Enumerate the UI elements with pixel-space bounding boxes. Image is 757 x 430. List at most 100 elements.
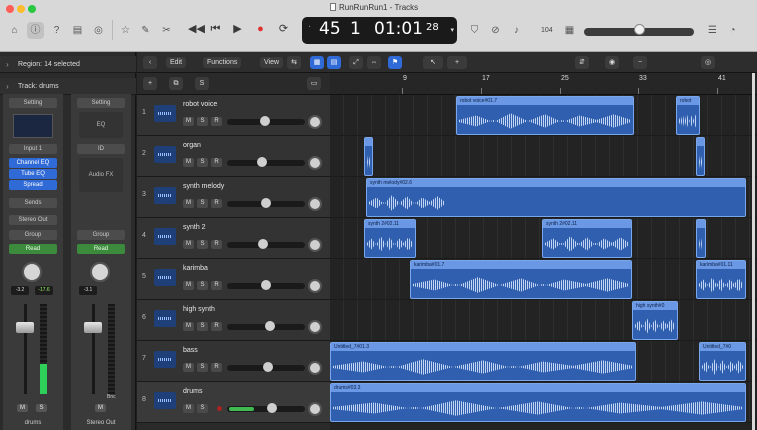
audio-region[interactable]: drums#03.3: [330, 383, 746, 422]
track-pan-knob[interactable]: [308, 238, 322, 252]
track-header[interactable]: 7 bass M S R: [137, 341, 330, 382]
play-icon[interactable]: ▶: [230, 22, 245, 37]
automation-mode[interactable]: Read: [77, 244, 125, 254]
grid-view-icon[interactable]: ▦: [310, 56, 324, 69]
help-icon[interactable]: ?: [48, 22, 65, 39]
region-inspector-header[interactable]: › Region: 14 selected: [0, 56, 136, 73]
track-pan-knob[interactable]: [308, 197, 322, 211]
notes-icon[interactable]: ☰: [704, 22, 721, 39]
mute-button[interactable]: M: [183, 404, 194, 413]
record-arm-button[interactable]: R: [211, 322, 222, 331]
audio-region[interactable]: synth melody#02.6: [366, 178, 746, 217]
group-slot[interactable]: Group: [77, 230, 125, 240]
audio-region[interactable]: [696, 219, 706, 258]
functions-menu[interactable]: Functions: [203, 57, 242, 68]
record-arm-button[interactable]: R: [211, 281, 222, 290]
mute-button[interactable]: M: [183, 322, 194, 331]
track-pan-knob[interactable]: [308, 320, 322, 334]
lcd-display[interactable]: · 45 1 01:01 28 ▾: [302, 17, 457, 44]
playhead[interactable]: [752, 73, 755, 430]
track-pan-knob[interactable]: [308, 156, 322, 170]
cycle-icon[interactable]: ⟳: [276, 22, 291, 37]
strip-name[interactable]: drums: [3, 420, 63, 426]
snap-align-icon[interactable]: ⇵: [575, 56, 589, 69]
arrange-area[interactable]: robot voice#01.7 robot synth melody#02.6…: [330, 95, 757, 430]
track-name[interactable]: karimba: [183, 265, 208, 272]
track-volume-knob[interactable]: [265, 321, 275, 331]
mixer-icon[interactable]: ☆: [117, 22, 134, 39]
scissors-icon[interactable]: ✂: [158, 22, 175, 39]
audio-region[interactable]: synth 2#02.11: [542, 219, 632, 258]
track-volume-knob[interactable]: [257, 157, 267, 167]
track-header[interactable]: 2 organ M S R: [137, 136, 330, 177]
track-name[interactable]: bass: [183, 347, 198, 354]
record-arm-button[interactable]: R: [211, 117, 222, 126]
record-arm-button[interactable]: R: [211, 363, 222, 372]
track-name[interactable]: drums: [183, 388, 202, 395]
audio-region[interactable]: Untitled_7#01.3: [330, 342, 636, 381]
solo-button[interactable]: S: [197, 281, 208, 290]
eq-thumbnail[interactable]: [13, 114, 53, 138]
pointer-tool-icon[interactable]: ↖: [423, 56, 443, 69]
catch-icon[interactable]: ⇆: [287, 56, 301, 69]
mute-button[interactable]: M: [183, 117, 194, 126]
track-volume-knob[interactable]: [260, 116, 270, 126]
solo-button[interactable]: S: [197, 363, 208, 372]
add-track-icon[interactable]: +: [143, 77, 157, 90]
solo-button[interactable]: S: [197, 199, 208, 208]
solo-button[interactable]: S: [197, 117, 208, 126]
zoom-window-button[interactable]: [28, 5, 36, 13]
library-icon[interactable]: ⌂: [6, 22, 23, 39]
mute-button[interactable]: M: [183, 363, 194, 372]
audio-fx-slot[interactable]: Audio FX: [79, 158, 123, 192]
toolbar-icon[interactable]: ▤: [69, 22, 86, 39]
track-volume-knob[interactable]: [263, 362, 273, 372]
mute-button[interactable]: M: [95, 404, 106, 412]
chevron-left-icon[interactable]: ‹: [143, 56, 157, 69]
back-to-start-icon[interactable]: ⏮: [208, 22, 223, 37]
volume-fader-track[interactable]: [92, 304, 95, 394]
snap-icon[interactable]: ⚑: [388, 56, 402, 69]
track-volume-knob[interactable]: [267, 403, 277, 413]
volume-value[interactable]: -3.2: [11, 286, 29, 295]
s-icon[interactable]: S: [195, 77, 209, 90]
zoom-slider-icon[interactable]: ◎: [701, 56, 715, 69]
setting-button[interactable]: Setting: [77, 98, 125, 108]
automation-mode[interactable]: Read: [9, 244, 57, 254]
automation-icon[interactable]: ◉: [605, 56, 619, 69]
track-name[interactable]: organ: [183, 142, 201, 149]
pan-knob[interactable]: [22, 262, 42, 282]
metronome-icon[interactable]: ♪: [508, 22, 525, 39]
track-pan-knob[interactable]: [308, 115, 322, 129]
track-inspector-header[interactable]: › Track: drums: [0, 78, 136, 95]
volume-fader[interactable]: [16, 322, 34, 333]
setting-button[interactable]: Setting: [9, 98, 57, 108]
audio-region[interactable]: robot: [676, 96, 700, 135]
volume-value[interactable]: -3.1: [79, 286, 97, 295]
track-name[interactable]: synth melody: [183, 183, 224, 190]
audio-region[interactable]: synth 2#02.11: [364, 219, 416, 258]
timeline-ruler[interactable]: 9 17 25 33 41: [330, 73, 757, 95]
group-slot[interactable]: Group: [9, 230, 57, 240]
track-header[interactable]: 6 high synth M S R: [137, 300, 330, 341]
mute-button[interactable]: M: [183, 158, 194, 167]
mute-button[interactable]: M: [183, 199, 194, 208]
audio-region[interactable]: high synth#0: [632, 301, 678, 340]
bounce-button[interactable]: Bnc: [107, 394, 116, 400]
inspector-icon[interactable]: ⓘ: [27, 22, 44, 39]
solo-button[interactable]: S: [36, 404, 47, 412]
plugin-slot[interactable]: Tube EQ: [9, 169, 57, 179]
track-name[interactable]: synth 2: [183, 224, 206, 231]
track-pan-knob[interactable]: [308, 361, 322, 375]
solo-button[interactable]: S: [197, 158, 208, 167]
plugin-slot[interactable]: Channel EQ: [9, 158, 57, 168]
tracks-view-icon[interactable]: ▤: [327, 56, 341, 69]
audio-region[interactable]: [696, 137, 705, 176]
close-window-button[interactable]: [6, 5, 14, 13]
track-header[interactable]: 1 robot voice M S R: [137, 95, 330, 136]
pan-knob[interactable]: [90, 262, 110, 282]
flex-icon[interactable]: ⤢: [349, 56, 363, 69]
record-arm-button[interactable]: R: [211, 240, 222, 249]
smart-controls-icon[interactable]: ◎: [90, 22, 107, 39]
track-header[interactable]: 4 synth 2 M S R: [137, 218, 330, 259]
